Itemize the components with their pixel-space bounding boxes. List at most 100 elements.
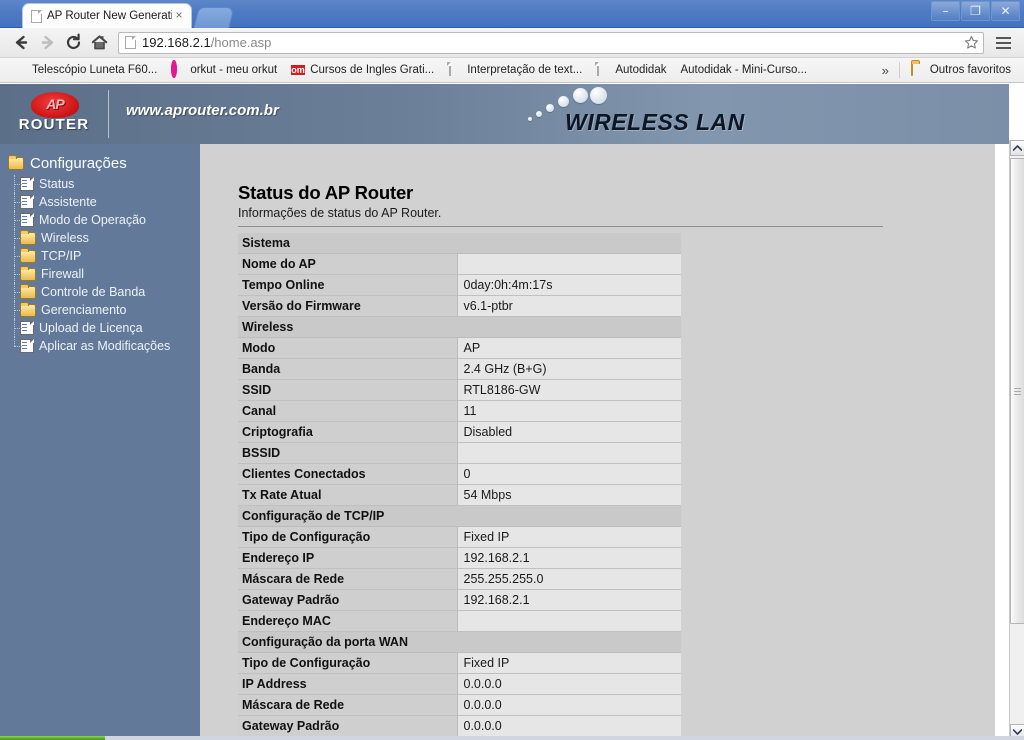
url-path: /home.asp [210, 35, 272, 50]
row-key: Banda [238, 358, 458, 380]
sidebar-item-label: Controle de Banda [41, 285, 146, 299]
reload-icon[interactable] [60, 30, 86, 56]
sidebar-item-upload-de-licenca[interactable]: Upload de Licença [8, 319, 200, 337]
om-icon: om [291, 65, 305, 75]
sidebar-item-tcp-ip[interactable]: TCP/IP [8, 247, 200, 265]
row-value [457, 442, 681, 464]
close-window-button[interactable]: ✕ [991, 1, 1020, 21]
page-icon [20, 339, 34, 353]
row-key: BSSID [238, 442, 458, 464]
page-subtitle: Informações de status do AP Router. [238, 206, 442, 220]
bookmarks-bar: Telescópio Luneta F60... orkut - meu ork… [0, 58, 1024, 83]
table-row: Endereço MAC [238, 610, 681, 632]
new-tab-button[interactable] [193, 7, 235, 28]
row-value: 0day:0h:4m:17s [457, 274, 681, 296]
page-icon [596, 62, 610, 77]
menu-line [995, 46, 1011, 49]
row-value: 0 [457, 463, 681, 485]
divider [238, 226, 883, 227]
row-value: 0.0.0.0 [457, 715, 681, 737]
wireless-lan-logo: WIRELESS LAN [527, 87, 787, 143]
table-row: Tipo de Configuração Fixed IP [238, 652, 681, 674]
table-row: Canal 11 [238, 400, 681, 422]
bookmark-item[interactable]: Telescópio Luneta F60... [6, 60, 164, 80]
forward-arrow-icon [34, 30, 60, 56]
row-value [457, 253, 681, 275]
page-scrollbar[interactable] [1009, 140, 1024, 740]
sidebar-item-modo-de-operacao[interactable]: Modo de Operação [8, 211, 200, 229]
row-value: 255.255.255.0 [457, 568, 681, 590]
row-value: v6.1-ptbr [457, 295, 681, 317]
sidebar-item-label: Status [39, 177, 75, 191]
scroll-up-icon[interactable] [1010, 140, 1024, 156]
saucer-icon [13, 63, 27, 77]
bookmark-star-icon[interactable] [962, 34, 981, 52]
sidebar-item-controle-de-banda[interactable]: Controle de Banda [8, 283, 200, 301]
sidebar-item-label: Firewall [41, 267, 85, 281]
bookmark-label: Autodidak [615, 64, 667, 76]
close-icon[interactable]: × [172, 9, 186, 23]
address-bar[interactable]: 192.168.2.1/home.asp [118, 31, 984, 54]
row-value [457, 610, 681, 632]
folder-icon [20, 301, 36, 317]
page-icon [20, 213, 34, 227]
sidebar-item-gerenciamento[interactable]: Gerenciamento [8, 301, 200, 319]
sidebar-item-wireless[interactable]: Wireless [8, 229, 200, 247]
table-section-header: Wireless [238, 316, 681, 338]
table-row: Tipo de Configuração Fixed IP [238, 526, 681, 548]
other-bookmarks-button[interactable]: Outros favoritos [904, 60, 1018, 80]
bookmark-label: Interpretação de text... [467, 64, 583, 76]
table-row: Clientes Conectados 0 [238, 463, 681, 485]
bookmark-item[interactable]: om Cursos de Ingles Grati... [284, 60, 441, 80]
bookmark-label: Telescópio Luneta F60... [32, 64, 158, 76]
bookmark-item[interactable]: Autodidak - Mini-Curso... [673, 60, 814, 80]
bookmarks-overflow-icon[interactable]: » [876, 63, 895, 78]
sidebar-item-label: Wireless [41, 231, 89, 245]
table-row: Nome do AP [238, 253, 681, 275]
back-arrow-icon[interactable] [8, 30, 34, 56]
sidebar-root-configuracoes[interactable]: Configurações [8, 153, 200, 174]
window-controls: – ❐ ✕ [930, 1, 1020, 21]
sidebar-item-assistente[interactable]: Assistente [8, 193, 200, 211]
sidebar-item-status[interactable]: Status [8, 175, 200, 193]
aprouter-logo[interactable]: AP ROUTER [14, 92, 94, 138]
bookmark-item[interactable]: Autodidak [589, 60, 673, 80]
minimize-button[interactable]: – [931, 1, 960, 21]
folder-icon [20, 283, 36, 299]
ap-badge-icon: AP [31, 92, 79, 118]
folder-icon [910, 62, 925, 77]
bookmark-item[interactable]: Interpretação de text... [441, 60, 589, 80]
browser-tab[interactable]: AP Router New Generation × [22, 3, 192, 28]
row-key: Tempo Online [238, 274, 458, 296]
row-key: Versão do Firmware [238, 295, 458, 317]
row-value: 0.0.0.0 [457, 673, 681, 695]
row-value: 192.168.2.1 [457, 547, 681, 569]
table-row: IP Address 0.0.0.0 [238, 673, 681, 695]
row-key: Clientes Conectados [238, 463, 458, 485]
row-key: Criptografia [238, 421, 458, 443]
row-value: AP [457, 337, 681, 359]
bookmark-item[interactable]: orkut - meu orkut [164, 60, 284, 80]
folder-open-icon [8, 155, 24, 170]
row-value: RTL8186-GW [457, 379, 681, 401]
sidebar-root-label: Configurações [30, 155, 127, 172]
maximize-button[interactable]: ❐ [961, 1, 990, 21]
table-row: Banda 2.4 GHz (B+G) [238, 358, 681, 380]
section-label: Configuração da porta WAN [238, 631, 681, 653]
sidebar-item-firewall[interactable]: Firewall [8, 265, 200, 283]
row-key: Gateway Padrão [238, 715, 458, 737]
sidebar-item-label: Upload de Licença [39, 321, 143, 335]
page-title: Status do AP Router [238, 182, 414, 203]
row-key: Canal [238, 400, 458, 422]
wireless-lan-text: WIRELESS LAN [565, 109, 745, 135]
chrome-menu-icon[interactable] [990, 30, 1016, 56]
web-page: AP ROUTER www.aprouter.com.br WIRELESS L… [0, 84, 1024, 740]
row-key: Endereço IP [238, 547, 458, 569]
scrollbar-thumb[interactable] [1010, 158, 1024, 624]
sidebar-item-aplicar-as-modificacoes[interactable]: Aplicar as Modificações [8, 337, 200, 355]
row-key: Gateway Padrão [238, 589, 458, 611]
sidebar-item-label: Aplicar as Modificações [39, 339, 171, 353]
page-icon [20, 321, 34, 335]
home-icon[interactable] [86, 30, 112, 56]
row-key: Modo [238, 337, 458, 359]
